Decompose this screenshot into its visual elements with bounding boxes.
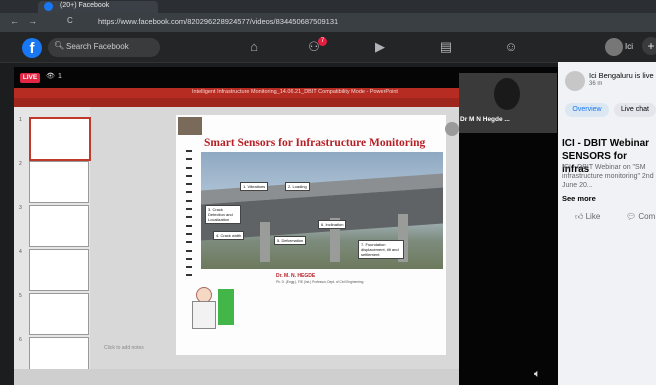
- thumbnail-number: 3: [19, 205, 22, 211]
- ppt-window-title: Intelligent Infrastructure Monitoring_14…: [192, 89, 398, 95]
- callout-deformation: 5. Deformation: [274, 236, 307, 245]
- thumbs-up-icon: 👍︎: [575, 212, 586, 221]
- notes-placeholder[interactable]: Click to add notes: [104, 345, 144, 351]
- presenter-photo: [178, 117, 202, 135]
- thumbnail-number: 6: [19, 337, 22, 343]
- see-more-link[interactable]: See more: [562, 194, 596, 203]
- home-icon[interactable]: ⌂: [245, 39, 263, 55]
- presenter-head: [494, 78, 520, 110]
- notification-badge: 7: [318, 37, 327, 46]
- slide-thumbnail[interactable]: [29, 293, 89, 335]
- watch-icon[interactable]: ▶: [371, 39, 389, 55]
- search-icon: 🔍︎: [54, 41, 65, 50]
- live-badge: LIVE: [20, 73, 40, 83]
- facebook-favicon-icon: [44, 2, 53, 11]
- forward-button[interactable]: →: [28, 16, 37, 26]
- tab-overview[interactable]: Overview: [565, 103, 609, 117]
- marketplace-icon[interactable]: ▤: [437, 39, 455, 55]
- post-time: 36 m: [589, 81, 603, 87]
- ppt-ribbon: FileHomeInsertDrawDesignTransitionsAnima…: [14, 98, 459, 114]
- page-name[interactable]: Ici Bengaluru is live: [589, 71, 654, 80]
- institution-logo: [445, 122, 459, 136]
- groups-icon[interactable]: ☺: [502, 39, 520, 55]
- tab-live-chat[interactable]: Live chat: [614, 103, 656, 117]
- thumbnail-number: 1: [19, 117, 22, 123]
- thumbnail-number: 2: [19, 161, 22, 167]
- engineer-cartoon: [188, 283, 240, 335]
- author-details: Ph. D. (Engg.), FIE (Ind.) Professor, De…: [276, 280, 364, 284]
- callout-vibrations: 1. Vibrations: [240, 182, 269, 191]
- callout-foundation: 7. Foundation displacement, tilt and set…: [358, 240, 404, 259]
- comment-label: Com: [638, 212, 656, 221]
- reload-button[interactable]: C: [67, 16, 73, 25]
- url-field[interactable]: https://www.facebook.com/820296228924577…: [98, 17, 338, 26]
- thumbnail-number: 4: [19, 249, 22, 255]
- profile-avatar[interactable]: [605, 38, 623, 56]
- slide-title: Smart Sensors for Infrastructure Monitor…: [204, 137, 426, 149]
- presenter-name: Dr M N Hegde ...: [460, 116, 510, 123]
- callout-loading: 2. Loading: [285, 182, 310, 191]
- author-name: Dr. M. N. HEGDE: [276, 273, 316, 279]
- callout-crack-detection: 3. Crack Detection and Localization: [205, 205, 241, 224]
- profile-name[interactable]: Ici: [625, 42, 633, 51]
- like-button[interactable]: 👍︎ Like: [575, 212, 600, 222]
- facebook-logo-icon[interactable]: f: [22, 38, 42, 58]
- bullet-list: [186, 150, 194, 283]
- bridge-pier: [260, 222, 270, 262]
- viewer-count: 1: [58, 73, 62, 80]
- page-avatar[interactable]: [565, 71, 585, 91]
- ppt-status-bar: [14, 369, 459, 385]
- callout-inclination: 6. Inclination: [318, 220, 347, 229]
- comment-icon: 💬︎: [626, 212, 639, 221]
- like-label: Like: [585, 212, 601, 221]
- volume-icon[interactable]: 🔈︎: [534, 368, 541, 381]
- back-button[interactable]: ←: [10, 16, 19, 26]
- slide-thumbnail[interactable]: [29, 161, 89, 203]
- create-icon[interactable]: +: [642, 37, 656, 55]
- thumbnail-number: 5: [19, 293, 22, 299]
- search-input[interactable]: Search Facebook: [66, 42, 129, 51]
- comment-button[interactable]: 💬︎ Com: [626, 212, 655, 221]
- callout-crack-width: 4. Crack width: [213, 231, 245, 240]
- slide-thumbnail[interactable]: [29, 205, 89, 247]
- browser-tab-title: (20+) Facebook: [60, 2, 110, 9]
- eye-icon: 👁︎: [46, 73, 55, 80]
- post-description: ICI - DBIT Webinar on "SM infrastructure…: [562, 164, 654, 189]
- slide-thumbnail[interactable]: [29, 249, 89, 291]
- slide-thumbnail[interactable]: [29, 117, 91, 161]
